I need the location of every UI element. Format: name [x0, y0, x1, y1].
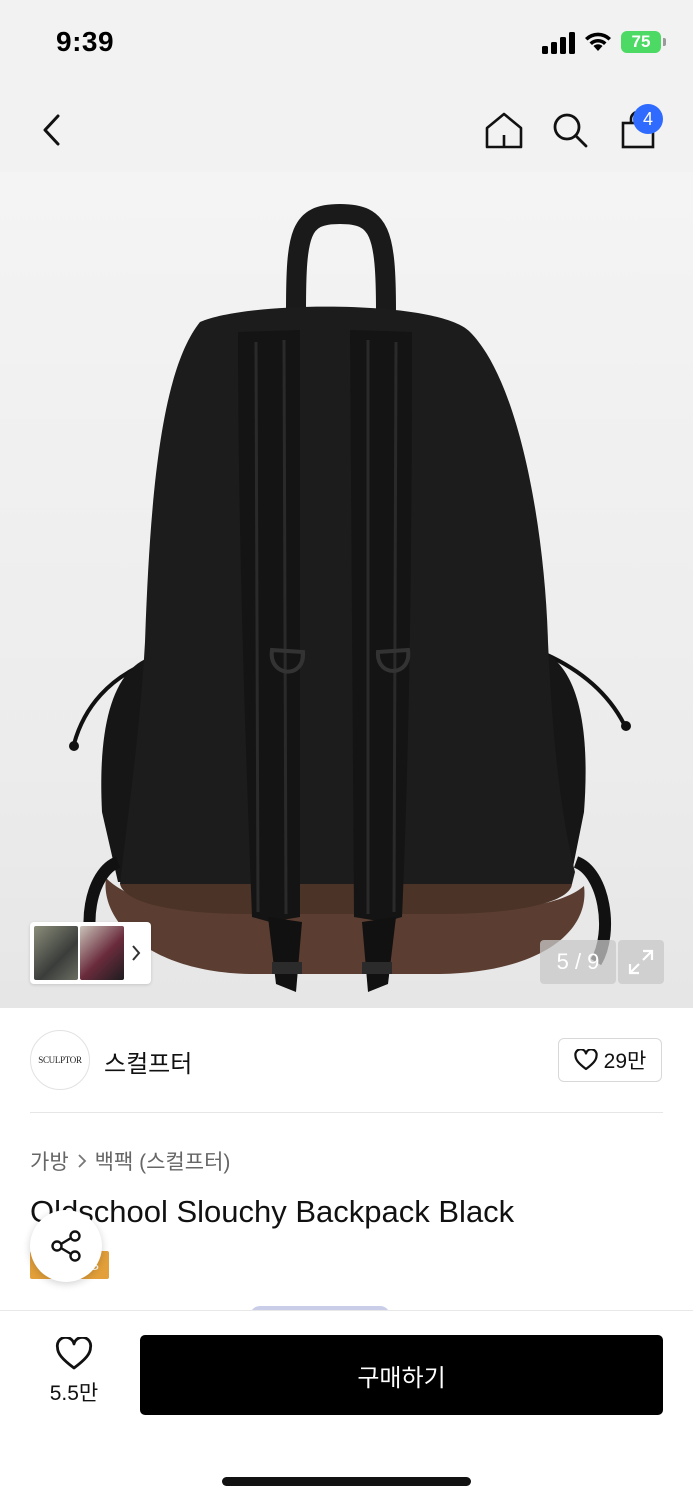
brand-logo[interactable]: SCULPTOR	[30, 1030, 90, 1090]
brand-like-count: 29만	[603, 1050, 647, 1073]
status-bar: 9:39 75	[0, 0, 693, 88]
home-icon	[485, 112, 523, 149]
backpack-illustration	[69, 203, 631, 992]
wishlist-count: 5.5만	[49, 1382, 99, 1405]
product-title: Oldschool Slouchy Backpack Black	[30, 1194, 515, 1229]
heart-icon	[573, 1049, 598, 1071]
brand-like-button[interactable]: 29만	[558, 1038, 662, 1082]
divider	[30, 1112, 663, 1113]
back-button[interactable]	[28, 106, 76, 154]
battery-icon: 75	[621, 31, 661, 53]
breadcrumb-item[interactable]: 가방	[30, 1146, 69, 1176]
breadcrumb: 가방 백팩 (스컬프터)	[30, 1146, 230, 1176]
battery-level: 75	[631, 32, 651, 51]
search-button[interactable]	[546, 106, 594, 154]
chevron-right-icon	[78, 1154, 86, 1168]
home-indicator	[222, 1477, 471, 1486]
wifi-icon	[585, 32, 611, 51]
share-icon	[51, 1230, 81, 1262]
heart-icon	[55, 1337, 93, 1370]
home-button[interactable]	[480, 106, 528, 154]
product-page: 9:39 75 4 5 / 9 SCULPTOR 스컬프터 29만 가방 백팩 …	[0, 0, 693, 1500]
top-nav	[0, 88, 693, 172]
thumbnail-image[interactable]	[80, 926, 124, 980]
cart-count-badge: 4	[633, 104, 663, 134]
expand-icon	[628, 949, 654, 975]
search-icon	[553, 113, 588, 148]
brand-logo-text: SCULPTOR	[38, 1055, 82, 1065]
brand-name[interactable]: 스컬프터	[104, 1044, 192, 1079]
back-icon	[43, 114, 60, 146]
bottom-action-bar: 5.5만 구매하기	[0, 1310, 693, 1500]
wishlist-button[interactable]: 5.5만	[38, 1337, 110, 1407]
buy-button[interactable]: 구매하기	[140, 1335, 663, 1415]
signal-icon	[542, 32, 575, 54]
expand-button[interactable]	[618, 940, 664, 984]
share-button[interactable]	[30, 1210, 102, 1282]
thumbnail-image[interactable]	[34, 926, 78, 980]
battery-cap	[663, 38, 666, 46]
image-counter: 5 / 9	[540, 940, 616, 984]
breadcrumb-item[interactable]: 백팩 (스컬프터)	[95, 1146, 231, 1176]
status-time: 9:39	[56, 26, 115, 57]
chevron-right-icon	[132, 945, 141, 961]
thumbnail-strip[interactable]	[30, 922, 151, 984]
product-image[interactable]	[0, 172, 693, 1008]
